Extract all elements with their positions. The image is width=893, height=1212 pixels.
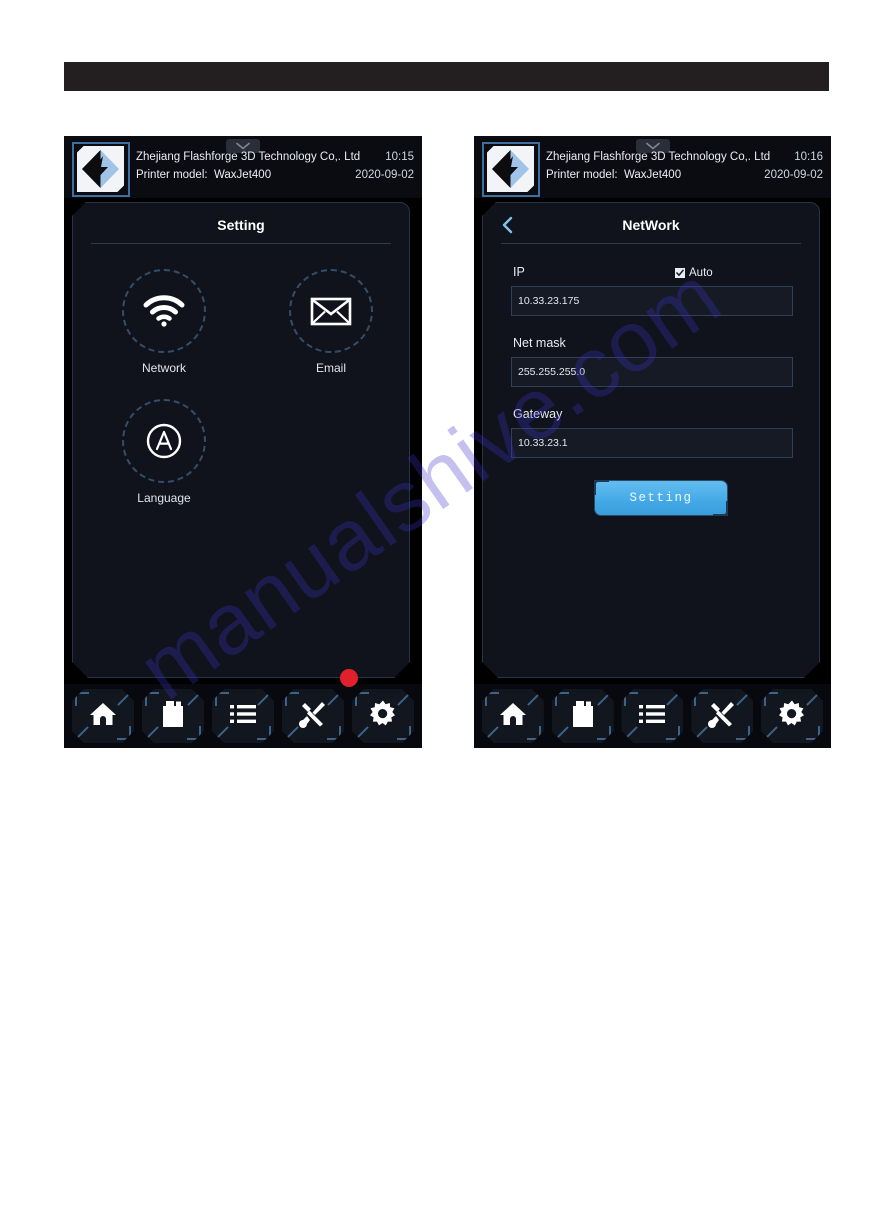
home-icon bbox=[498, 700, 528, 733]
company-name: Zhejiang Flashforge 3D Technology Co,. L… bbox=[546, 151, 771, 163]
network-panel: NetWork Auto IP 10.33.23.175 Net mask 25… bbox=[482, 202, 820, 678]
input-netmask[interactable]: 255.255.255.0 bbox=[511, 357, 793, 387]
clock-time: 10:15 bbox=[385, 151, 414, 163]
page-title: NetWork bbox=[622, 217, 680, 233]
device-screen-network: Zhejiang Flashforge 3D Technology Co,. L… bbox=[474, 136, 831, 748]
printer-model-value: WaxJet400 bbox=[623, 169, 682, 181]
ink-cartridge-icon bbox=[160, 699, 186, 734]
status-line-company: Zhejiang Flashforge 3D Technology Co,. L… bbox=[136, 148, 414, 166]
nav-tools[interactable] bbox=[282, 689, 344, 743]
title-divider bbox=[501, 243, 801, 244]
list-icon bbox=[228, 702, 258, 731]
current-date: 2020-09-02 bbox=[764, 169, 823, 181]
label-gateway: Gateway bbox=[513, 407, 563, 421]
device-screen-setting: Zhejiang Flashforge 3D Technology Co,. L… bbox=[64, 136, 422, 748]
tile-label-language: Language bbox=[137, 491, 191, 505]
tile-language[interactable]: Language bbox=[109, 399, 219, 505]
tile-ring bbox=[289, 269, 373, 353]
current-date: 2020-09-02 bbox=[355, 169, 414, 181]
auto-label: Auto bbox=[689, 267, 713, 279]
printer-model-label: Printer model: bbox=[546, 169, 618, 181]
auto-checkbox[interactable] bbox=[675, 268, 685, 278]
label-ip: IP bbox=[513, 265, 525, 279]
title-divider bbox=[91, 243, 391, 244]
nav-list[interactable] bbox=[212, 689, 274, 743]
nav-settings[interactable] bbox=[352, 689, 414, 743]
setting-panel: Setting Network Email Language bbox=[72, 202, 410, 678]
home-icon bbox=[88, 700, 118, 733]
nav-tools[interactable] bbox=[691, 689, 753, 743]
status-line-model: Printer model: WaxJet400 2020-09-02 bbox=[136, 166, 414, 184]
setting-submit-button[interactable]: Setting bbox=[595, 481, 727, 515]
page-title: Setting bbox=[217, 217, 265, 233]
tile-label-network: Network bbox=[141, 361, 186, 375]
company-name: Zhejiang Flashforge 3D Technology Co,. L… bbox=[136, 151, 361, 163]
nav-list[interactable] bbox=[621, 689, 683, 743]
nav-settings[interactable] bbox=[761, 689, 823, 743]
status-bar-text: Zhejiang Flashforge 3D Technology Co,. L… bbox=[546, 148, 823, 184]
tools-icon bbox=[707, 699, 737, 734]
nav-home[interactable] bbox=[72, 689, 134, 743]
tile-ring bbox=[122, 399, 206, 483]
wifi-icon bbox=[122, 269, 206, 353]
input-gateway-value: 10.33.23.1 bbox=[518, 437, 568, 449]
status-bar-text: Zhejiang Flashforge 3D Technology Co,. L… bbox=[136, 148, 414, 184]
clock-time: 10:16 bbox=[794, 151, 823, 163]
nav-home[interactable] bbox=[482, 689, 544, 743]
input-gateway[interactable]: 10.33.23.1 bbox=[511, 428, 793, 458]
redacted-header-band bbox=[64, 62, 829, 91]
status-line-company: Zhejiang Flashforge 3D Technology Co,. L… bbox=[546, 148, 823, 166]
bottom-navigation bbox=[64, 684, 422, 748]
gear-icon bbox=[368, 699, 398, 734]
nav-material[interactable] bbox=[142, 689, 204, 743]
flashforge-logo-icon bbox=[72, 142, 130, 197]
nav-material[interactable] bbox=[552, 689, 614, 743]
letter-a-circle-icon bbox=[122, 399, 206, 483]
tile-label-email: Email bbox=[315, 361, 346, 375]
input-ip-value: 10.33.23.175 bbox=[518, 295, 580, 307]
tile-email[interactable]: Email bbox=[276, 269, 386, 375]
status-bar: Zhejiang Flashforge 3D Technology Co,. L… bbox=[64, 136, 422, 198]
flashforge-logo-icon bbox=[482, 142, 540, 197]
list-icon bbox=[637, 702, 667, 731]
gear-icon bbox=[777, 699, 807, 734]
printer-model-value: WaxJet400 bbox=[213, 169, 272, 181]
tile-network[interactable]: Network bbox=[109, 269, 219, 375]
label-netmask: Net mask bbox=[513, 336, 566, 350]
status-badge-notification bbox=[340, 669, 358, 687]
ink-cartridge-icon bbox=[570, 699, 596, 734]
printer-model-label: Printer model: bbox=[136, 169, 208, 181]
status-line-model: Printer model: WaxJet400 2020-09-02 bbox=[546, 166, 823, 184]
tile-ring bbox=[122, 269, 206, 353]
input-netmask-value: 255.255.255.0 bbox=[518, 366, 586, 378]
bottom-navigation bbox=[474, 684, 831, 748]
auto-checkbox-group[interactable]: Auto bbox=[675, 267, 713, 279]
status-bar: Zhejiang Flashforge 3D Technology Co,. L… bbox=[474, 136, 831, 198]
tools-icon bbox=[298, 699, 328, 734]
input-ip[interactable]: 10.33.23.175 bbox=[511, 286, 793, 316]
envelope-icon bbox=[289, 269, 373, 353]
